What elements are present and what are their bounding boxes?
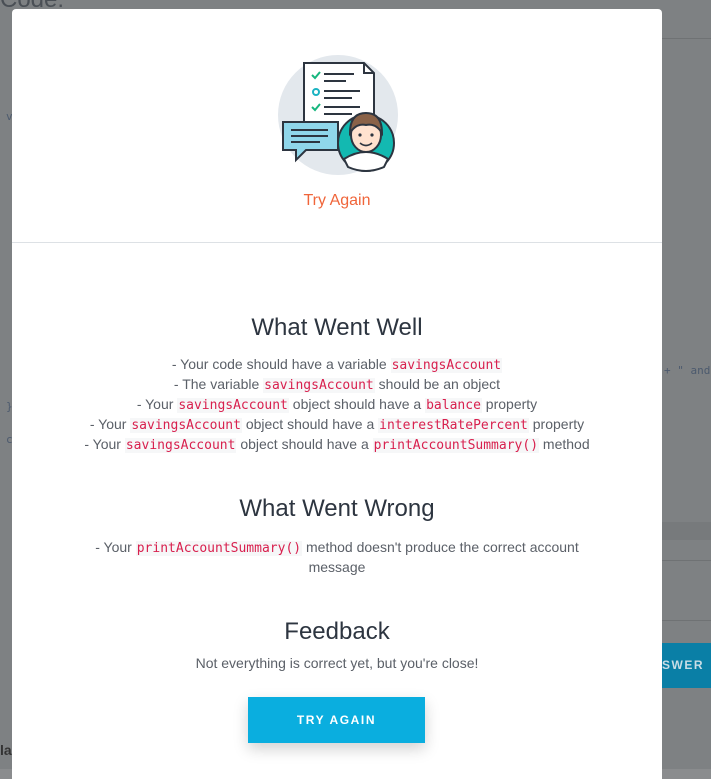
feedback-section: Feedback Not everything is correct yet, …: [12, 618, 662, 671]
reviewer-illustration-icon: [278, 55, 398, 175]
inline-code: printAccountSummary(): [135, 541, 303, 556]
inline-code: savingsAccount: [124, 438, 237, 453]
background-divider: [662, 38, 711, 39]
feedback-modal: Try Again What Went Well - Your code sho…: [12, 9, 662, 779]
what-went-well-heading: What Went Well: [251, 314, 423, 341]
item-text: method doesn't produce the correct accou…: [302, 539, 579, 575]
item-text: - Your: [95, 539, 136, 555]
item-text: - The variable: [173, 376, 264, 392]
try-again-button[interactable]: TRY AGAIN: [248, 697, 425, 743]
item-text: method: [539, 436, 590, 452]
inline-code: savingsAccount: [263, 378, 375, 393]
background-panel: [662, 522, 711, 540]
background-divider: [662, 560, 711, 561]
what-went-wrong-section: What Went Wrong - Your printAccountSumma…: [12, 495, 662, 577]
list-item: - Your savingsAccount object should have…: [12, 395, 662, 415]
inline-code: savingsAccount: [177, 398, 289, 413]
status-title: Try Again: [303, 192, 371, 209]
feedback-text: Not everything is correct yet, but you'r…: [195, 655, 479, 671]
item-text: - Your code should have a variable: [171, 356, 391, 372]
inline-code: savingsAccount: [390, 358, 503, 373]
item-text: should be an object: [374, 376, 501, 392]
list-item: - Your savingsAccount object should have…: [12, 415, 662, 435]
background-code-fragment: + " and: [664, 364, 711, 377]
list-item: - Your savingsAccount object should have…: [12, 435, 662, 455]
inline-code: interestRatePercent: [378, 418, 529, 433]
what-went-wrong-heading: What Went Wrong: [239, 495, 435, 522]
background-bottom-text: la: [0, 742, 12, 758]
item-text: - Your: [89, 416, 131, 432]
item-text: property: [528, 416, 585, 432]
what-went-well-list: - Your code should have a variable savin…: [12, 355, 662, 455]
background-divider: [662, 620, 711, 621]
item-text: - Your: [136, 396, 178, 412]
what-went-well-section: What Went Well - Your code should have a…: [12, 314, 662, 455]
inline-code: balance: [425, 398, 482, 413]
feedback-heading: Feedback: [284, 618, 390, 645]
list-item: - Your code should have a variable savin…: [12, 355, 662, 375]
item-text: object should have a: [241, 416, 379, 432]
inline-code: savingsAccount: [130, 418, 242, 433]
item-text: - Your: [84, 436, 125, 452]
item-text: object should have a: [288, 396, 426, 412]
inline-code: printAccountSummary(): [372, 438, 540, 453]
modal-header: Try Again: [12, 9, 662, 243]
item-text: property: [481, 396, 538, 412]
item-text: object should have a: [236, 436, 373, 452]
list-item: - Your printAccountSummary() method does…: [67, 538, 607, 577]
list-item: - The variable savingsAccount should be …: [12, 375, 662, 395]
